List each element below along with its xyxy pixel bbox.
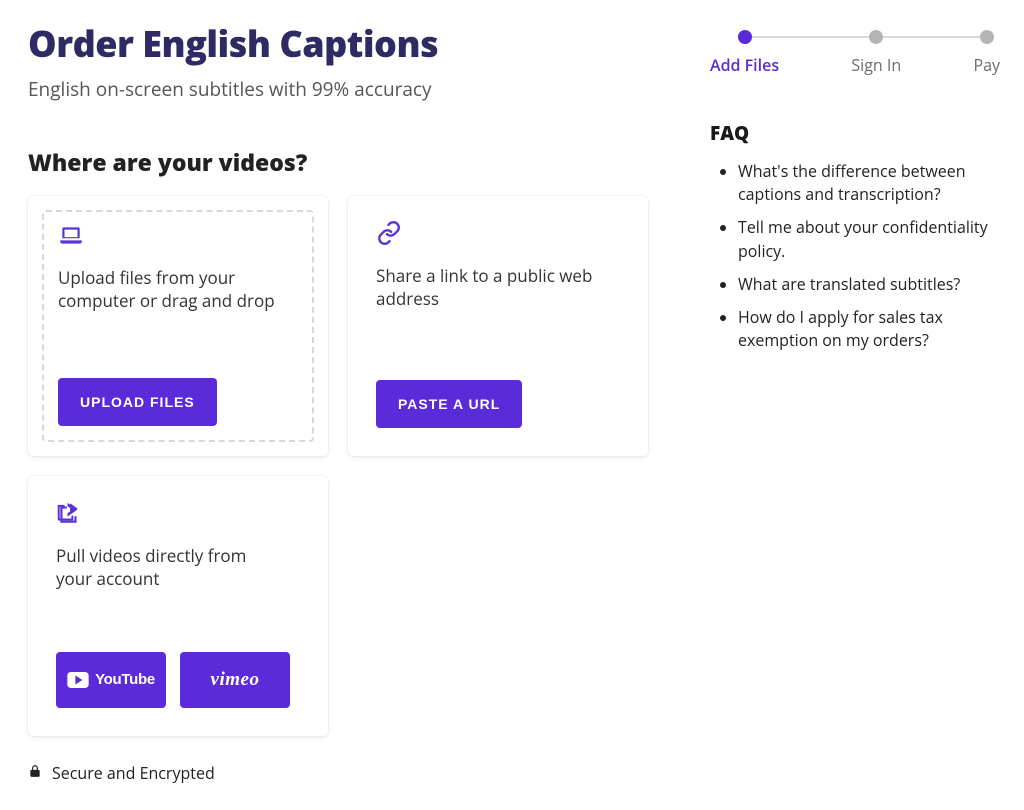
secure-note: Secure and Encrypted: [28, 762, 678, 784]
share-icon: [56, 500, 300, 534]
card-upload-text: Upload files from your computer or drag …: [58, 266, 288, 314]
youtube-play-icon: [67, 672, 89, 688]
dropzone[interactable]: Upload files from your computer or drag …: [42, 210, 314, 442]
paste-url-button[interactable]: PASTE A URL: [376, 380, 522, 428]
step-dot-icon: [869, 30, 883, 44]
step-sign-in[interactable]: Sign In: [851, 30, 901, 76]
page-title: Order English Captions: [28, 24, 678, 64]
step-pay[interactable]: Pay: [973, 30, 1000, 76]
upload-files-button[interactable]: UPLOAD FILES: [58, 378, 217, 426]
card-upload: Upload files from your computer or drag …: [28, 196, 328, 456]
step-add-files[interactable]: Add Files: [710, 30, 779, 76]
vimeo-button[interactable]: vimeo: [180, 652, 290, 708]
step-label: Sign In: [851, 54, 901, 76]
faq-item[interactable]: What's the difference between captions a…: [738, 160, 1000, 206]
stepper: Add Files Sign In Pay: [710, 24, 1000, 76]
faq-list: What's the difference between captions a…: [710, 160, 1000, 352]
step-label: Pay: [973, 54, 1000, 76]
card-pull-text: Pull videos directly from your account: [56, 544, 286, 592]
card-pull-account: Pull videos directly from your account Y…: [28, 476, 328, 736]
vimeo-label: vimeo: [211, 669, 260, 691]
section-heading: Where are your videos?: [28, 146, 678, 178]
youtube-button[interactable]: YouTube: [56, 652, 166, 708]
step-dot-icon: [980, 30, 994, 44]
faq-item[interactable]: How do I apply for sales tax exemption o…: [738, 306, 1000, 352]
step-label: Add Files: [710, 54, 779, 76]
faq-title: FAQ: [710, 120, 1000, 146]
page-subtitle: English on-screen subtitles with 99% acc…: [28, 76, 678, 102]
card-paste-url: Share a link to a public web address PAS…: [348, 196, 648, 456]
faq-item[interactable]: Tell me about your confidentiality polic…: [738, 216, 1000, 262]
card-paste-text: Share a link to a public web address: [376, 264, 606, 312]
youtube-label: YouTube: [95, 671, 155, 688]
secure-text: Secure and Encrypted: [52, 762, 215, 784]
laptop-icon: [58, 222, 298, 256]
upload-cards: Upload files from your computer or drag …: [28, 196, 678, 736]
link-icon: [376, 220, 620, 254]
lock-icon: [28, 762, 42, 784]
faq-item[interactable]: What are translated subtitles?: [738, 273, 1000, 296]
step-dot-icon: [738, 30, 752, 44]
